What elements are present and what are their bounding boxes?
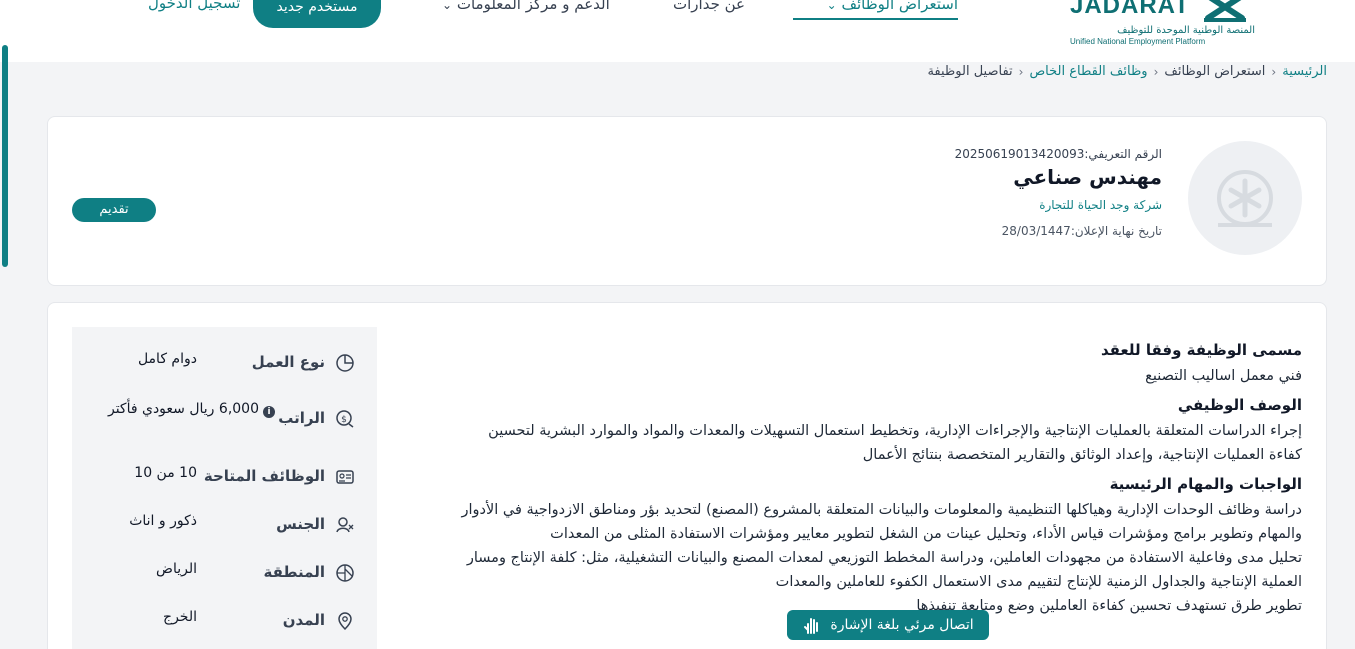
nav-browse-jobs-label: استعراض الوظائف (841, 0, 958, 13)
company-name-link[interactable]: شركة وجد الحياة للتجارة (762, 198, 1162, 212)
contract-title-text: فني معمل اساليب التصنيع (1145, 368, 1302, 384)
location-pin-icon (338, 612, 352, 631)
logo-emblem-icon (1204, 0, 1246, 22)
nav-about-jadarat[interactable]: عن جدارات (673, 0, 745, 20)
attribute-label: نوع العمل (251, 353, 325, 371)
attribute-value: الخرج (163, 609, 197, 625)
default-company-logo-icon (1217, 170, 1273, 227)
job-description-line: إجراء الدراسات المتعلقة بالعمليات الإنتا… (488, 423, 1302, 439)
attribute-row-region: المنطقة الرياض (72, 561, 377, 601)
apply-button[interactable]: تقديم (72, 198, 156, 222)
hand-sign-icon (804, 618, 819, 634)
breadcrumb-separator-icon: ‹ (1271, 64, 1277, 79)
scrollbar-thumb[interactable] (2, 45, 8, 267)
gender-icon (336, 517, 354, 533)
ad-deadline: تاريخ نهاية الإعلان:28/03/1447 (1001, 224, 1162, 238)
attribute-value: دوام كامل (137, 351, 197, 367)
sign-language-label: اتصال مرئي بلغة الإشارة (830, 617, 974, 633)
logo-arabic-tagline: المنصة الوطنية الموحدة للتوظيف (1117, 25, 1255, 36)
attribute-value: 6,000 ريال سعودي فأكتر (107, 401, 259, 417)
nav-about-label: عن جدارات (673, 0, 745, 13)
attribute-label: الجنس (276, 515, 325, 533)
attribute-label: المدن (282, 611, 325, 629)
duty-line: دراسة وظائف الوحدات الإدارية وهياكلها ال… (461, 502, 1302, 518)
attribute-value: الرياض (156, 561, 197, 577)
new-user-button[interactable]: مستخدم جديد (253, 0, 381, 28)
breadcrumb-private-sector[interactable]: وظائف القطاع الخاص (1029, 64, 1147, 79)
logo-wordmark: JADARAT (1070, 0, 1190, 19)
attribute-label: الوظائف المتاحة (203, 467, 325, 485)
job-title: مهندس صناعي (1013, 165, 1162, 189)
contract-title-heading: مسمى الوظيفة وفقا للعقد (1100, 341, 1302, 359)
id-card-icon (336, 470, 354, 484)
jadarat-logo[interactable]: JADARAT المنصة الوطنية الموحدة للتوظيف U… (1070, 0, 1255, 50)
nav-browse-jobs[interactable]: استعراض الوظائف ⌄ (793, 0, 958, 20)
job-attributes-panel: نوع العمل دوام كامل $ الراتب i 6,000 ريا… (72, 327, 377, 649)
job-description-heading: الوصف الوظيفي (1177, 396, 1302, 414)
map-icon (336, 564, 354, 582)
attribute-label: المنطقة (263, 563, 325, 581)
job-description-content: مسمى الوظيفة وفقا للعقد فني معمل اساليب … (412, 339, 1302, 618)
breadcrumb: الرئيسية ‹ استعراض الوظائف ‹ وظائف القطا… (927, 64, 1327, 79)
sign-language-call-button[interactable]: اتصال مرئي بلغة الإشارة (787, 610, 989, 640)
chevron-down-icon: ⌄ (442, 0, 453, 12)
attribute-row-salary: $ الراتب i 6,000 ريال سعودي فأكتر (72, 401, 377, 445)
job-description-line: كفاءة العمليات الإنتاجية، وإعداد الوثائق… (862, 447, 1302, 463)
attribute-value: ذكور و اناث (129, 513, 197, 529)
top-navigation-bar: JADARAT المنصة الوطنية الموحدة للتوظيف U… (0, 0, 1355, 62)
duty-line: تحليل مدى وفاعلية الاستفادة من مجهودات ا… (466, 550, 1302, 566)
job-info: الرقم التعريفي:20250619013420093 مهندس ص… (762, 147, 1162, 238)
attribute-row-available-positions: الوظائف المتاحة 10 من 10 (72, 465, 377, 505)
duty-line: العملية الإنتاجية والجداول الزمنية للإنت… (775, 574, 1302, 590)
attribute-value: 10 من 10 (134, 465, 197, 481)
svg-text:$: $ (341, 415, 347, 425)
breadcrumb-browse-jobs[interactable]: استعراض الوظائف (1164, 64, 1265, 79)
breadcrumb-separator-icon: ‹ (1153, 64, 1159, 79)
breadcrumb-current: تفاصيل الوظيفة (927, 64, 1013, 79)
chevron-down-icon: ⌄ (826, 0, 837, 12)
money-icon: $ (336, 410, 354, 428)
attribute-row-gender: الجنس ذكور و اناث (72, 513, 377, 553)
info-icon[interactable]: i (263, 406, 275, 418)
breadcrumb-home[interactable]: الرئيسية (1282, 64, 1327, 79)
nav-support-center[interactable]: الدعم و مركز المعلومات ⌄ (442, 0, 610, 20)
breadcrumb-separator-icon: ‹ (1018, 64, 1024, 79)
duties-heading: الواجبات والمهام الرئيسية (1109, 475, 1302, 493)
company-avatar (1188, 141, 1302, 255)
job-reference-number: الرقم التعريفي:20250619013420093 (954, 147, 1162, 161)
attribute-row-cities: المدن الخرج (72, 609, 377, 649)
logo-english-tagline: Unified National Employment Platform (1070, 37, 1206, 46)
duty-line: والمهام وتطوير برامج ومؤشرات قياس الأداء… (550, 526, 1302, 542)
login-link[interactable]: تسجيل الدخول (148, 0, 240, 12)
attribute-row-work-type: نوع العمل دوام كامل (72, 351, 377, 391)
job-summary-card: الرقم التعريفي:20250619013420093 مهندس ص… (47, 116, 1327, 286)
attribute-label: الراتب (278, 409, 325, 427)
pie-chart-icon (336, 354, 354, 372)
nav-support-label: الدعم و مركز المعلومات (456, 0, 610, 13)
job-details-card: نوع العمل دوام كامل $ الراتب i 6,000 ريا… (47, 302, 1327, 649)
